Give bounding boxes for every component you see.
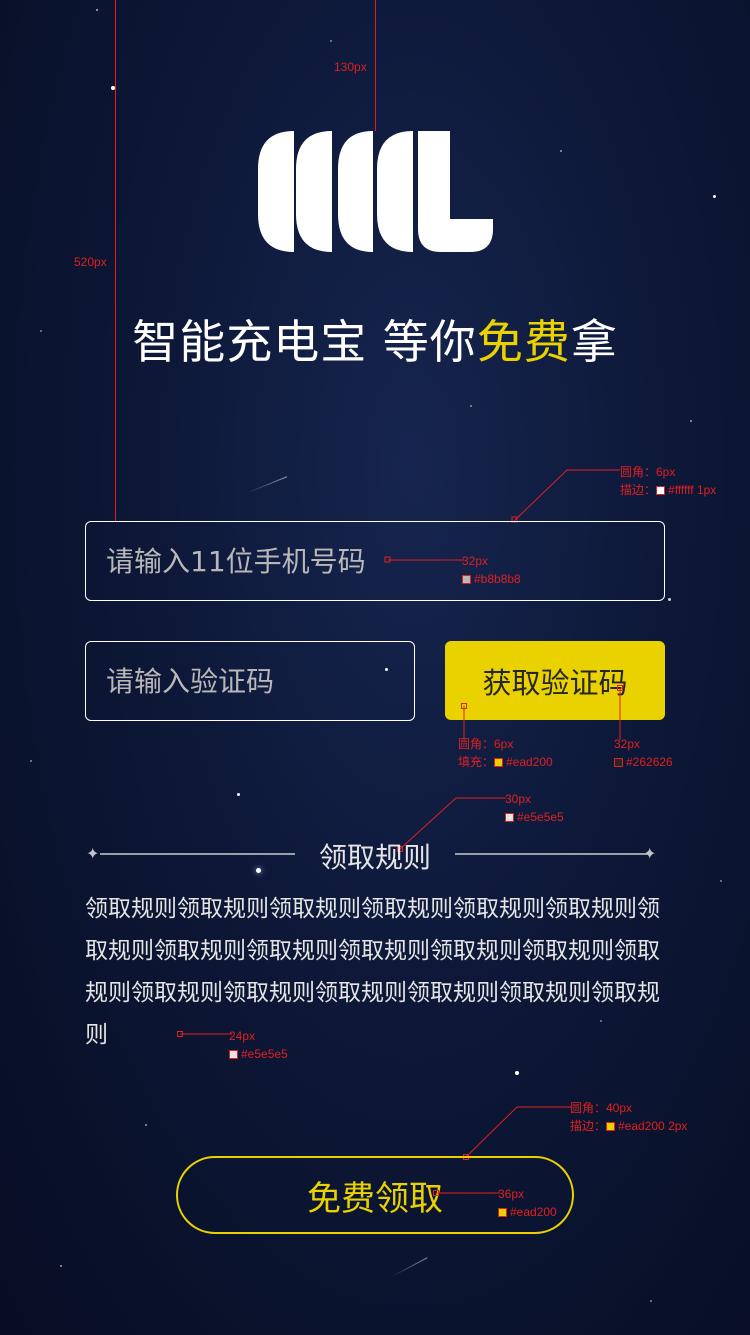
- claim-radius-note: 圆角：40px: [570, 1101, 633, 1115]
- divider-right-ornament-icon: ✦: [643, 844, 657, 863]
- top-to-input-line: [115, 0, 116, 521]
- btn-fill-label: 填充：: [458, 755, 495, 769]
- rules-title: 领取规则: [318, 841, 431, 874]
- claim-stroke-value: #ead200 2px: [618, 1119, 688, 1133]
- swatch-dark: [614, 758, 623, 768]
- swatch-light: [505, 813, 514, 823]
- claim-font-color-value: #ead200: [510, 1205, 557, 1219]
- swatch-white: [656, 486, 666, 496]
- top-gap-label: 130px: [334, 60, 367, 74]
- phone-field: [85, 521, 665, 601]
- swatch-yellow-3: [498, 1208, 507, 1218]
- input-stroke-value: #ffffff 1px: [668, 483, 717, 497]
- claim-font-color-note: #ead200: [498, 1205, 557, 1219]
- btn-anno-leaders: [461, 685, 623, 740]
- swatch-light-2: [229, 1050, 238, 1060]
- input-stroke-label: 描边：: [620, 483, 657, 497]
- btn-font-size-note: 32px: [614, 737, 641, 751]
- claim-anno-leader: [463, 1106, 572, 1160]
- swatch-yellow-2: [606, 1122, 616, 1132]
- rules-body-size-note: 24px: [229, 1029, 256, 1043]
- rules-body-color-note: #e5e5e5: [229, 1047, 288, 1061]
- headline: 智能充电宝 等你免费拿: [0, 306, 750, 372]
- input-stroke-note: 描边： #ffffff 1px: [620, 483, 716, 497]
- code-field: [85, 641, 415, 721]
- swatch-yellow: [494, 758, 504, 768]
- rules-body-anno-leader: [177, 1031, 232, 1037]
- rules-title-color-value: #e5e5e5: [517, 810, 564, 824]
- headline-highlight: 免费: [476, 315, 571, 369]
- phone-anno-leader: [384, 556, 464, 563]
- btn-fill-note: 填充： #ead200: [458, 755, 553, 769]
- top-gap-line: [375, 0, 376, 131]
- btn-font-color-value: #262626: [626, 755, 673, 769]
- claim-stroke-note: 描边： #ead200 2px: [570, 1119, 687, 1133]
- rules-title-size-note: 30px: [505, 792, 532, 806]
- swatch-gray: [462, 575, 471, 585]
- phone-font-color-value: #b8b8b8: [474, 572, 521, 586]
- phone-font-size-note: 32px: [462, 554, 489, 568]
- phone-input[interactable]: [86, 522, 664, 600]
- top-to-input-label: 520px: [74, 255, 107, 269]
- code-input[interactable]: [86, 642, 414, 720]
- rules-title-color-note: #e5e5e5: [505, 810, 564, 824]
- btn-font-color-note: #262626: [614, 755, 673, 769]
- btn-fill-value: #ead200: [506, 755, 553, 769]
- rules-body-color-value: #e5e5e5: [241, 1047, 288, 1061]
- headline-suffix: 拿: [570, 315, 618, 369]
- btn-radius-note: 圆角：6px: [458, 737, 514, 751]
- input-anno-leader-svg: [511, 469, 620, 523]
- claim-font-size-note: 36px: [498, 1187, 525, 1201]
- claim-stroke-label: 描边：: [570, 1119, 607, 1133]
- divider-right: [455, 853, 650, 855]
- input-radius-note: 圆角：6px: [620, 465, 676, 479]
- phone-font-color-note: #b8b8b8: [462, 572, 521, 586]
- ool-logo: [258, 131, 493, 252]
- rules-body: 领取规则领取规则领取规则领取规则领取规则领取规则领取规则领取规则领取规则领取规则…: [85, 896, 660, 1048]
- headline-prefix: 智能充电宝 等你: [132, 315, 477, 369]
- claim-font-anno-leader: [433, 1190, 500, 1196]
